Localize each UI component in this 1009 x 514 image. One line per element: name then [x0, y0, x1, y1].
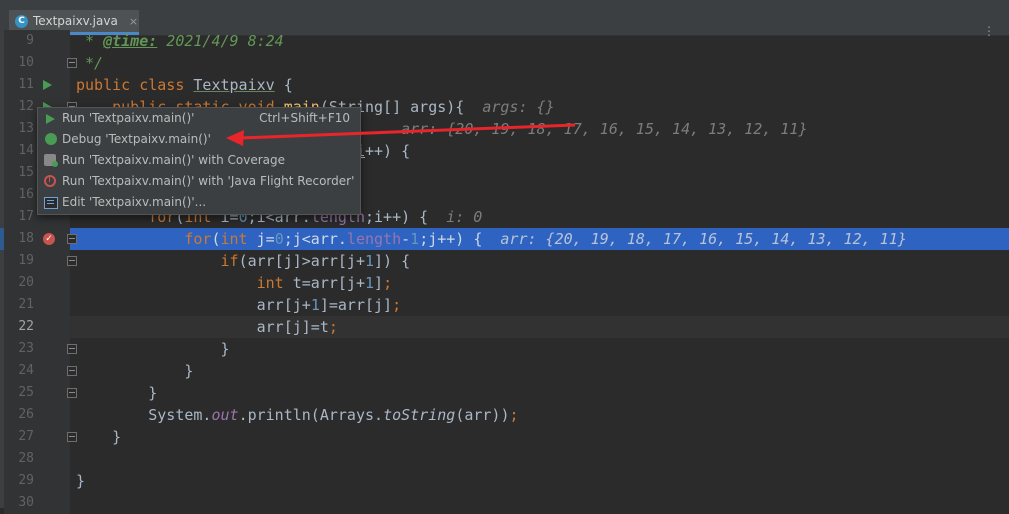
code-text: */ — [76, 54, 104, 72]
line-number: 14 — [18, 143, 34, 158]
code-line: 29 } — [0, 470, 1009, 492]
line-number: 28 — [18, 451, 34, 466]
code-line: 19 if(arr[j]>arr[j+1]) { — [0, 250, 1009, 272]
code-text: * @time: 2021/4/9 8:24 — [85, 32, 284, 50]
line-number: 21 — [18, 297, 34, 312]
title-strip — [0, 0, 1009, 10]
code-line: 11 public class Textpaixv { — [0, 74, 1009, 96]
menu-item-label: Run 'Textpaixv.main()' — [62, 111, 195, 125]
code-line: 9 * @time: 2021/4/9 8:24 — [0, 30, 1009, 52]
menu-item-run-with-coverage[interactable]: Run 'Textpaixv.main()' with Coverage — [38, 150, 360, 171]
debug-inline-hint: arr: {20, 19, 18, 17, 16, 15, 14, 13, 12… — [401, 120, 808, 138]
code-text: public class Textpaixv { — [76, 76, 293, 94]
code-line: 28 — [0, 448, 1009, 470]
code-line: 24 } — [0, 360, 1009, 382]
code-line: 21 arr[j+1]=arr[j]; — [0, 294, 1009, 316]
line-number: 15 — [18, 165, 34, 180]
line-number: 16 — [18, 187, 34, 202]
menu-item-label: Edit 'Textpaixv.main()'... — [62, 195, 207, 209]
line-number: 27 — [18, 429, 34, 444]
code-line: 27 } — [0, 426, 1009, 448]
menu-item-run-with-jfr[interactable]: Run 'Textpaixv.main()' with 'Java Flight… — [38, 171, 360, 192]
code-line: 20 int t=arr[j+1]; — [0, 272, 1009, 294]
code-text: } — [76, 362, 194, 380]
line-number: 13 — [18, 121, 34, 136]
coverage-icon — [44, 154, 58, 167]
line-number: 22 — [18, 319, 34, 334]
code-text: if(arr[j]>arr[j+1]) { — [220, 252, 411, 270]
close-icon[interactable]: × — [129, 15, 138, 28]
menu-item-run[interactable]: Run 'Textpaixv.main()' Ctrl+Shift+F10 — [38, 108, 360, 129]
code-line: 23 } — [0, 338, 1009, 360]
code-line: 25 } — [0, 382, 1009, 404]
code-text: } — [76, 472, 86, 490]
breakpoint-icon[interactable]: ✓ — [43, 233, 55, 245]
line-number: 25 — [18, 385, 34, 400]
code-editor[interactable]: 9 * @time: 2021/4/9 8:24 10 */ 11 public… — [0, 30, 1009, 514]
run-gutter-icon[interactable] — [43, 80, 52, 90]
line-number: 20 — [18, 275, 34, 290]
menu-item-edit-configuration[interactable]: Edit 'Textpaixv.main()'... — [38, 192, 360, 213]
debug-inline-hint: i: 0 — [446, 208, 483, 226]
code-text: } — [76, 340, 230, 358]
code-text: for(int j=0;j<arr.length-1;j++) {arr: {2… — [184, 230, 907, 248]
line-number: 17 — [18, 209, 34, 224]
java-class-icon: C — [15, 14, 28, 28]
menu-item-shortcut: Ctrl+Shift+F10 — [259, 111, 350, 125]
line-number: 24 — [18, 363, 34, 378]
run-context-menu: Run 'Textpaixv.main()' Ctrl+Shift+F10 De… — [37, 107, 361, 215]
line-number: 12 — [18, 99, 34, 114]
caret-line: 22 arr[j]=t; — [0, 316, 1009, 338]
flight-recorder-icon — [44, 175, 56, 187]
line-number: 29 — [18, 473, 34, 488]
debug-inline-hint: arr: {20, 19, 18, 17, 16, 15, 14, 13, 12… — [500, 230, 907, 248]
code-text: } — [76, 384, 158, 402]
code-line: 10 */ — [0, 52, 1009, 74]
code-text: } — [76, 428, 122, 446]
debug-inline-hint: args: {} — [482, 98, 555, 116]
execution-point-line: 18 ✓ for(int j=0;j<arr.length-1;j++) {arr… — [0, 228, 1009, 250]
menu-item-label: Run 'Textpaixv.main()' with Coverage — [62, 153, 286, 167]
code-line: 26 System.out.println(Arrays.toString(ar… — [0, 404, 1009, 426]
line-number: 18 — [18, 231, 34, 246]
line-number: 26 — [18, 407, 34, 422]
line-number: 11 — [18, 77, 34, 92]
menu-item-debug[interactable]: Debug 'Textpaixv.main()' — [38, 129, 360, 150]
menu-item-label: Run 'Textpaixv.main()' with 'Java Flight… — [62, 174, 355, 188]
code-text: arr[j]=t; — [76, 318, 338, 336]
code-text: int t=arr[j+1]; — [256, 274, 393, 292]
code-line: 30 — [0, 492, 1009, 514]
line-number: 23 — [18, 341, 34, 356]
run-icon — [46, 114, 55, 124]
menu-item-label: Debug 'Textpaixv.main()' — [62, 132, 211, 146]
code-text: arr[j+1]=arr[j]; — [76, 296, 402, 314]
line-number: 9 — [26, 33, 34, 48]
edit-config-icon — [44, 197, 58, 209]
line-number: 19 — [18, 253, 34, 268]
line-number: 30 — [18, 495, 34, 510]
debug-icon — [45, 133, 57, 145]
tab-title: Textpaixv.java — [33, 14, 118, 28]
line-number: 10 — [18, 55, 34, 70]
code-text: System.out.println(Arrays.toString(arr))… — [76, 406, 519, 424]
